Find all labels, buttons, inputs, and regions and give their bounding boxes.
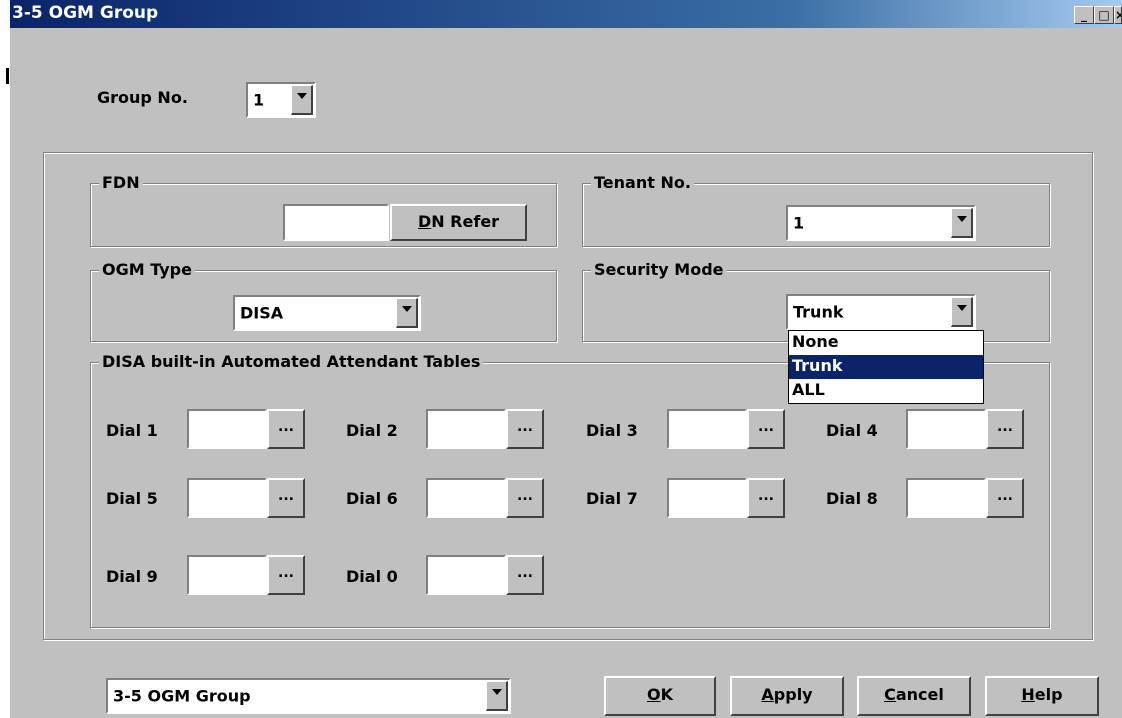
dial-2-browse-button[interactable]: ... — [506, 409, 544, 449]
dial-8-input[interactable] — [906, 478, 986, 518]
dial-label: Dial 2 — [346, 421, 398, 440]
dial-0-input[interactable] — [426, 555, 506, 595]
group-no-label: Group No. — [97, 88, 188, 107]
dial-6-browse-button[interactable]: ... — [506, 478, 544, 518]
dial-6-input[interactable] — [426, 478, 506, 518]
ogm-type-legend: OGM Type — [99, 260, 195, 279]
dial-label: Dial 5 — [106, 489, 158, 508]
list-item[interactable]: ALL — [789, 379, 983, 403]
dial-label: Dial 1 — [106, 421, 158, 440]
minimize-icon[interactable]: _ — [1074, 6, 1094, 24]
ok-button[interactable]: OK — [604, 676, 716, 716]
dial-3-browse-button[interactable]: ... — [747, 409, 785, 449]
dn-refer-button[interactable]: DN Refer — [390, 204, 527, 241]
security-mode-legend: Security Mode — [591, 260, 727, 279]
ogm-type-select[interactable]: DISA — [233, 295, 421, 331]
tenant-select[interactable]: 1 — [786, 205, 976, 241]
text-cursor — [6, 68, 9, 84]
dial-label: Dial 7 — [586, 489, 638, 508]
tenant-legend: Tenant No. — [591, 173, 694, 192]
dial-7-browse-button[interactable]: ... — [747, 478, 785, 518]
dial-1-browse-button[interactable]: ... — [267, 409, 305, 449]
security-mode-select[interactable]: Trunk — [786, 294, 976, 330]
dial-9-browse-button[interactable]: ... — [267, 555, 305, 595]
dial-label: Dial 8 — [826, 489, 878, 508]
chevron-down-icon[interactable] — [951, 208, 973, 238]
cancel-button[interactable]: Cancel — [857, 676, 971, 716]
title-bar[interactable]: 3-5 OGM Group _ □ × — [10, 0, 1122, 28]
close-icon[interactable]: × — [1114, 6, 1122, 24]
dial-9-input[interactable] — [187, 555, 267, 595]
dial-label: Dial 4 — [826, 421, 878, 440]
dial-4-input[interactable] — [906, 409, 986, 449]
list-item-selected[interactable]: Trunk — [789, 355, 983, 379]
dial-0-browse-button[interactable]: ... — [506, 555, 544, 595]
chevron-down-icon[interactable] — [951, 297, 973, 327]
dial-4-browse-button[interactable]: ... — [986, 409, 1024, 449]
dial-label: Dial 3 — [586, 421, 638, 440]
dial-label: Dial 0 — [346, 567, 398, 586]
disa-legend: DISA built-in Automated Attendant Tables — [99, 352, 484, 371]
dial-8-browse-button[interactable]: ... — [986, 478, 1024, 518]
fdn-legend: FDN — [99, 173, 143, 192]
dialog-window: 3-5 OGM Group _ □ × Group No. 1 FDN DN R… — [10, 0, 1122, 718]
background-strip — [0, 0, 10, 718]
maximize-icon[interactable]: □ — [1094, 6, 1114, 24]
dial-5-input[interactable] — [187, 478, 267, 518]
dial-1-input[interactable] — [187, 409, 267, 449]
dial-label: Dial 6 — [346, 489, 398, 508]
dial-3-input[interactable] — [667, 409, 747, 449]
chevron-down-icon[interactable] — [396, 298, 418, 328]
dial-7-input[interactable] — [667, 478, 747, 518]
page-select[interactable]: 3-5 OGM Group — [106, 678, 511, 714]
window-title: 3-5 OGM Group — [12, 3, 159, 23]
security-mode-dropdown-list[interactable]: None Trunk ALL — [788, 330, 984, 404]
dial-label: Dial 9 — [106, 567, 158, 586]
fdn-input[interactable] — [283, 204, 389, 241]
help-button[interactable]: Help — [985, 676, 1099, 716]
apply-button[interactable]: Apply — [730, 676, 844, 716]
chevron-down-icon[interactable] — [291, 85, 313, 115]
list-item[interactable]: None — [789, 331, 983, 355]
dial-2-input[interactable] — [426, 409, 506, 449]
group-no-select[interactable]: 1 — [246, 82, 316, 118]
chevron-down-icon[interactable] — [486, 681, 508, 711]
dial-5-browse-button[interactable]: ... — [267, 478, 305, 518]
